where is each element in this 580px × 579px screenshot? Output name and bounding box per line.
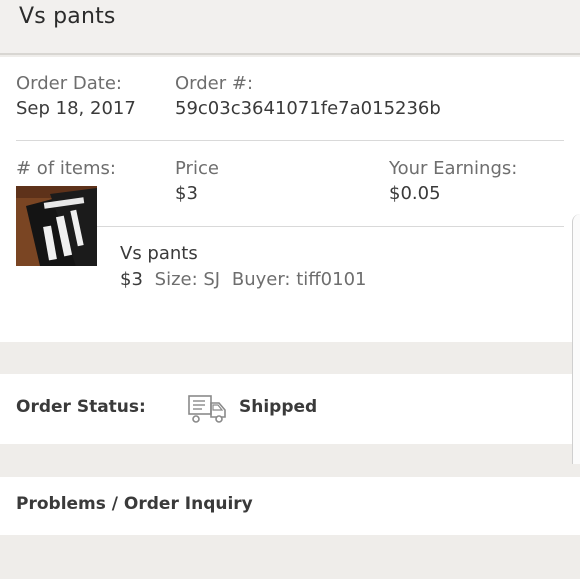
price-value: $3 bbox=[175, 183, 198, 204]
order-details-card: Order Date: Sep 18, 2017 Order #: 59c03c… bbox=[0, 57, 580, 342]
item-title: Vs pants bbox=[120, 243, 198, 264]
pants-image bbox=[16, 186, 97, 266]
divider bbox=[16, 226, 564, 227]
item-details: $3 Size: SJ Buyer: tiff0101 bbox=[120, 269, 366, 290]
item-buyer: Buyer: tiff0101 bbox=[231, 269, 367, 290]
order-date-label: Order Date: bbox=[16, 73, 122, 94]
item-size: Size: SJ bbox=[154, 269, 221, 290]
order-status-row: Order Status: Shipped bbox=[0, 374, 580, 444]
page-title: Vs pants bbox=[19, 4, 116, 29]
divider bbox=[16, 140, 564, 141]
price-label: Price bbox=[175, 158, 219, 179]
order-number-label: Order #: bbox=[175, 73, 254, 94]
earnings-label: Your Earnings: bbox=[389, 158, 518, 179]
order-date-value: Sep 18, 2017 bbox=[16, 98, 136, 119]
earnings-value: $0.05 bbox=[389, 183, 441, 204]
order-number-value: 59c03c3641071fe7a015236b bbox=[175, 98, 441, 119]
scrollbar[interactable] bbox=[572, 214, 580, 464]
item-thumbnail[interactable] bbox=[16, 186, 97, 266]
order-status-label: Order Status: bbox=[16, 397, 146, 417]
item-price: $3 bbox=[120, 269, 143, 290]
problems-order-inquiry-link[interactable]: Problems / Order Inquiry bbox=[0, 477, 580, 535]
order-status-value: Shipped bbox=[239, 397, 318, 417]
delivery-truck-icon bbox=[188, 393, 228, 425]
problems-label: Problems / Order Inquiry bbox=[16, 494, 253, 514]
page-header: Vs pants bbox=[0, 0, 580, 55]
items-count-label: # of items: bbox=[16, 158, 116, 179]
